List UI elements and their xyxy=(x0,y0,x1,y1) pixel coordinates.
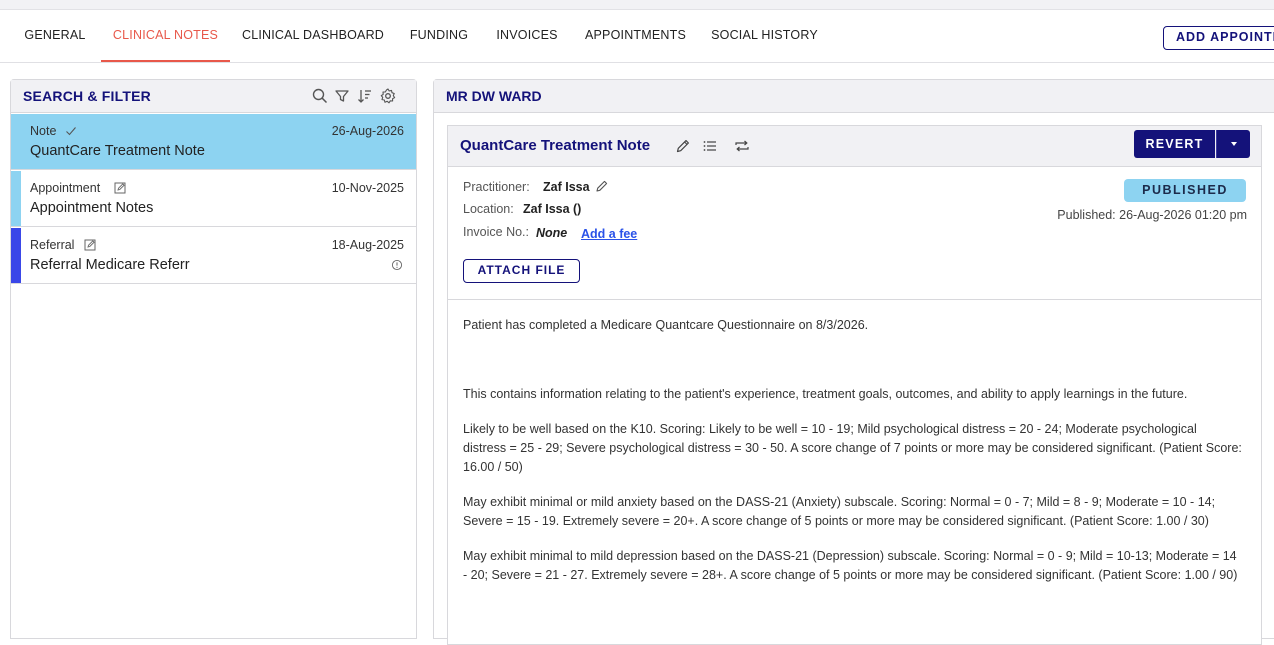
tab-clinical-notes[interactable]: CLINICAL NOTES xyxy=(101,10,230,62)
list-icon[interactable] xyxy=(701,137,719,155)
note-detail-panel: MR DW WARD QuantCare Treatment Note REVE… xyxy=(433,79,1274,645)
tab-invoices[interactable]: INVOICES xyxy=(488,10,566,62)
note-paragraph: Likely to be well based on the K10. Scor… xyxy=(463,422,1242,474)
tab-social-history[interactable]: SOCIAL HISTORY xyxy=(706,10,823,62)
patient-name: MR DW WARD xyxy=(446,88,542,104)
tab-appointments[interactable]: APPOINTMENTS xyxy=(578,10,693,62)
search-filter-header: SEARCH & FILTER xyxy=(11,80,416,113)
location-label: Location: xyxy=(463,202,514,216)
invoice-label: Invoice No.: xyxy=(463,225,530,239)
edit-practitioner-icon[interactable] xyxy=(594,178,610,194)
repeat-icon[interactable] xyxy=(733,137,751,155)
tab-general[interactable]: GENERAL xyxy=(15,10,95,62)
divider xyxy=(448,299,1261,300)
practitioner-label: Practitioner: xyxy=(463,180,530,194)
search-filter-title: SEARCH & FILTER xyxy=(23,88,151,104)
note-card: QuantCare Treatment Note REVERT Practiti… xyxy=(447,125,1262,645)
item-date: 26-Aug-2026 xyxy=(331,124,404,138)
filter-icon[interactable] xyxy=(333,87,351,105)
settings-icon[interactable] xyxy=(379,87,397,105)
note-title: QuantCare Treatment Note xyxy=(460,137,651,154)
tab-bar: GENERAL CLINICAL NOTES CLINICAL DASHBOAR… xyxy=(0,10,1274,63)
status-badge: PUBLISHED xyxy=(1124,179,1246,202)
note-paragraph: Patient has completed a Medicare Quantca… xyxy=(463,318,869,332)
edit-icon xyxy=(83,238,97,252)
info-icon[interactable] xyxy=(391,258,403,271)
attach-file-button[interactable]: ATTACH FILE xyxy=(463,259,580,283)
item-kind: Note xyxy=(30,124,57,138)
note-paragraph: May exhibit minimal or mild anxiety base… xyxy=(463,495,1216,528)
item-color-bar xyxy=(11,228,21,283)
item-kind: Referral xyxy=(30,238,75,252)
tab-clinical-dashboard[interactable]: CLINICAL DASHBOARD xyxy=(238,10,388,62)
pencil-icon[interactable] xyxy=(674,137,692,155)
check-icon xyxy=(64,124,78,138)
item-title: QuantCare Treatment Note xyxy=(30,143,205,159)
note-list-item[interactable]: Appointment 10-Nov-2025 Appointment Note… xyxy=(11,171,416,227)
edit-icon xyxy=(113,181,127,195)
sort-icon[interactable] xyxy=(356,87,374,105)
item-date: 10-Nov-2025 xyxy=(331,181,404,195)
search-icon[interactable] xyxy=(311,87,329,105)
invoice-value: None xyxy=(536,226,568,240)
item-title: Appointment Notes xyxy=(30,200,154,216)
revert-dropdown-button[interactable] xyxy=(1216,130,1250,158)
note-header: QuantCare Treatment Note REVERT xyxy=(448,126,1261,167)
note-paragraph: May exhibit minimal to mild depression b… xyxy=(463,549,1238,582)
location-value: Zaf Issa () xyxy=(523,202,582,216)
item-date: 18-Aug-2025 xyxy=(331,238,404,252)
patient-header: MR DW WARD xyxy=(434,80,1274,113)
search-filter-panel: SEARCH & FILTER Note 26-Aug-2026 QuantCa… xyxy=(10,79,417,639)
add-appointment-button[interactable]: ADD APPOINTMENT xyxy=(1163,26,1274,50)
tab-funding[interactable]: FUNDING xyxy=(400,10,478,62)
note-list-item[interactable]: Note 26-Aug-2026 QuantCare Treatment Not… xyxy=(11,114,416,170)
item-kind: Appointment xyxy=(30,181,101,195)
published-date: Published: 26-Aug-2026 01:20 pm xyxy=(1057,208,1247,222)
top-strip xyxy=(0,0,1274,10)
item-color-bar xyxy=(11,171,21,226)
note-list-item[interactable]: Referral 18-Aug-2025 Referral Medicare R… xyxy=(11,228,416,284)
item-title: Referral Medicare Referr xyxy=(30,257,190,273)
add-fee-link[interactable]: Add a fee xyxy=(581,227,637,241)
revert-button[interactable]: REVERT xyxy=(1134,130,1215,158)
practitioner-value: Zaf Issa xyxy=(543,180,590,194)
note-paragraph: This contains information relating to th… xyxy=(463,387,1188,401)
